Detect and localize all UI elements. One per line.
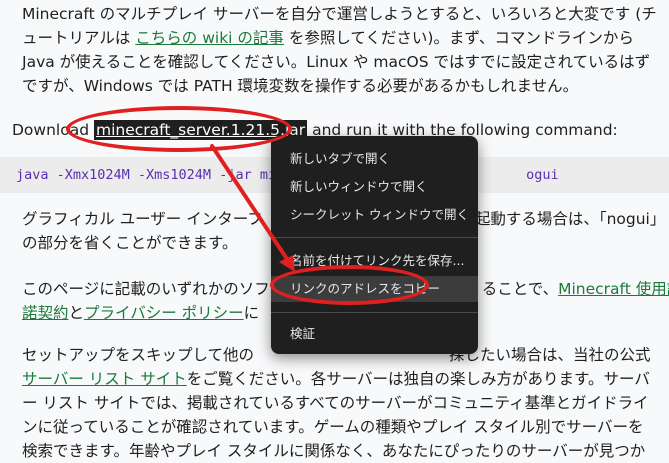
intro-line-2-pre: ュートリアルは — [22, 29, 136, 47]
link-highlight-ellipse — [66, 106, 292, 152]
menu-open-new-window[interactable]: 新しいウィンドウで開く — [271, 174, 478, 200]
eula-link[interactable]: Minecraft 使用許 — [558, 280, 669, 298]
eula-link-cont[interactable]: 諾契約 — [22, 304, 69, 322]
server-list-line-2-post: をご覧ください。各サーバーは独自の楽しみ方があります。サーバ — [186, 370, 650, 388]
menu-open-new-tab[interactable]: 新しいタブで開く — [271, 146, 478, 172]
server-list-link[interactable]: サーバー リスト サイト — [22, 370, 187, 388]
intro-line-2-post: を参照してください)。まず、コマンドラインから — [283, 29, 634, 47]
intro-line-1: Minecraft のマルチプレイ サーバーを自分で運営しようとすると、いろいろ… — [22, 5, 657, 23]
intro-line-2: ュートリアルは こちらの wiki の記事 を参照してください)。まず、コマンド… — [22, 26, 657, 50]
menu-inspect[interactable]: 検証 — [271, 321, 478, 347]
server-list-line-5: 検索できます。年齢やプレイ スタイルに関係なく、あなたにぴったりのサーバーが見つ… — [22, 442, 646, 460]
intro-paragraph: Minecraft のマルチプレイ サーバーを自分で運営しようとすると、いろいろ… — [22, 2, 657, 98]
command-text-start: java -Xmx1024M -Xms1024M -jar mi — [16, 167, 277, 183]
license-line-2-mid: と — [68, 304, 85, 322]
server-list-line-1-post: 探したい場合は、当社の公式 — [449, 346, 651, 364]
menu-separator — [271, 312, 478, 313]
server-list-line-3: ー リスト サイトでは、掲載されているすべてのサーバーがコミュニティ基準とガイド… — [22, 394, 649, 412]
context-menu: 新しいタブで開く 新しいウィンドウで開く シークレット ウィンドウで開く 名前を… — [271, 136, 478, 354]
privacy-policy-link[interactable]: プライバシー ポリシー — [84, 304, 244, 322]
server-list-line-2: サーバー リスト サイトをご覧ください。各サーバーは独自の楽しみ方があります。サ… — [22, 367, 651, 391]
server-list-paragraph: セットアップをスキップして他の 探したい場合は、当社の公式 サーバー リスト サイ… — [22, 343, 651, 463]
gui-line-1-post: 起動する場合は、「nogui」 — [474, 210, 666, 228]
command-text-end: ogui — [526, 167, 559, 183]
license-line-1-pre: このページに記載のいずれかのソフ — [22, 280, 270, 298]
server-list-line-4: ンに従っていることが確認されています。ゲームの種類やプレイ スタイル別でサーバー… — [22, 418, 644, 436]
license-line-2-post: に — [243, 304, 260, 322]
menu-open-incognito[interactable]: シークレット ウィンドウで開く — [271, 202, 478, 228]
gui-line-1-pre: グラフィカル ユーザー インターフ — [22, 210, 263, 228]
wiki-article-link[interactable]: こちらの wiki の記事 — [135, 29, 284, 47]
menu-highlight-ellipse — [270, 265, 429, 305]
license-line-1-mid: ることで、 — [481, 280, 559, 298]
intro-line-4: ですが、Windows では PATH 環境変数を操作する必要があるかもしれませ… — [22, 77, 579, 95]
menu-separator — [271, 237, 478, 238]
server-list-line-1-pre: セットアップをスキップして他の — [22, 346, 255, 364]
intro-line-3: Java が使えることを確認してください。Linux や macOS ではすでに… — [22, 53, 651, 71]
